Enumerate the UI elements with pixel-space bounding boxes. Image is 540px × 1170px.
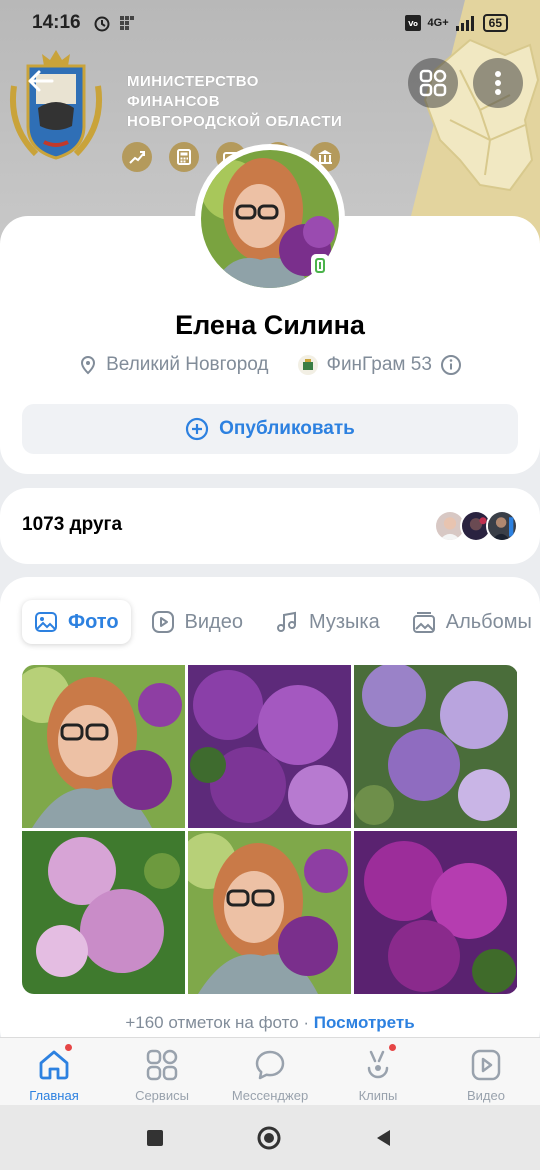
more-vertical-icon (495, 71, 501, 95)
photo-thumbnail[interactable] (188, 831, 351, 994)
svg-text:Vo: Vo (408, 20, 418, 28)
community-logo-icon (297, 355, 318, 375)
ministry-line: МИНИСТЕРСТВО (127, 73, 259, 90)
profile-name: Елена Силина (175, 310, 365, 340)
calculator-icon (169, 142, 199, 172)
tab-music[interactable]: Музыка (263, 600, 392, 644)
services-icon (146, 1049, 178, 1081)
bottom-tab-bar: Главная Сервисы Мессенджер Клипы Видео (0, 1037, 540, 1105)
photo-tags-row: +160 отметок на фото · Посмотреть (0, 1013, 540, 1033)
status-bar: 14:16 Vo 4G+ 65 (0, 0, 540, 46)
media-tabs: Фото Видео Музыка Альбомы (22, 600, 540, 644)
location-pin-icon (81, 355, 96, 375)
ministry-title: МИНИСТЕРСТВО ФИНАНСОВ НОВГОРОДСКОЙ ОБЛАС… (127, 72, 342, 132)
tab-label: Альбомы (445, 610, 532, 633)
tab-label: Видео (184, 610, 243, 633)
media-card: Фото Видео Музыка Альбомы +160 отметок н… (0, 577, 540, 1057)
home-button[interactable] (256, 1125, 282, 1151)
home-icon (39, 1050, 69, 1080)
tab-video[interactable]: Видео (139, 600, 255, 644)
friend-avatar (486, 510, 518, 542)
friends-card[interactable]: 1073 друга (0, 488, 540, 564)
tab-albums[interactable]: Альбомы (400, 600, 540, 644)
tabbar-item-clips[interactable]: Клипы (324, 1038, 432, 1105)
tabbar-label: Сервисы (135, 1088, 189, 1103)
tabbar-label: Главная (29, 1088, 79, 1103)
info-icon[interactable] (440, 354, 462, 376)
photo-thumbnail[interactable] (188, 665, 351, 828)
album-icon (412, 612, 435, 633)
photo-grid (22, 665, 518, 994)
signal-icon (455, 16, 474, 31)
tabbar-item-messenger[interactable]: Мессенджер (216, 1038, 324, 1105)
photo-thumbnail[interactable] (354, 831, 517, 994)
back-button[interactable] (16, 56, 66, 106)
publish-label: Опубликовать (219, 418, 355, 439)
status-time: 14:16 (32, 12, 81, 33)
notification-dot (388, 1043, 397, 1052)
apps-icon (419, 69, 447, 97)
music-icon (276, 611, 296, 632)
profile-meta: Великий Новгород ФинГрам 53 (0, 354, 540, 376)
profile-community[interactable]: ФинГрам 53 (327, 354, 432, 376)
notification-dot (64, 1043, 73, 1052)
profile-city[interactable]: Великий Новгород (106, 354, 268, 376)
ministry-line: НОВГОРОДСКОЙ ОБЛАСТИ (127, 113, 343, 130)
tab-label: Фото (68, 610, 119, 633)
friend-avatars (434, 510, 518, 542)
online-mobile-indicator (311, 254, 329, 276)
photo-icon (35, 612, 57, 632)
photo-tags-count: +160 отметок на фото · (125, 1013, 314, 1032)
tabbar-item-services[interactable]: Сервисы (108, 1038, 216, 1105)
publish-button[interactable]: Опубликовать (22, 404, 518, 454)
tabbar-label: Клипы (358, 1088, 398, 1103)
video-icon (151, 611, 174, 633)
services-menu-button[interactable] (408, 58, 458, 108)
recent-apps-button[interactable] (146, 1129, 164, 1147)
tabbar-label: Видео (467, 1088, 505, 1103)
system-navigation-bar (0, 1105, 540, 1170)
alarm-icon (94, 16, 110, 32)
tabbar-item-video[interactable]: Видео (432, 1038, 540, 1105)
photo-thumbnail[interactable] (22, 665, 185, 828)
ministry-line: ФИНАНСОВ (127, 93, 221, 110)
battery-indicator: 65 (482, 14, 508, 32)
view-tags-link[interactable]: Посмотреть (314, 1013, 415, 1032)
tab-label: Музыка (308, 610, 380, 633)
back-nav-button[interactable] (374, 1128, 394, 1148)
arrow-left-icon (28, 70, 54, 92)
profile-avatar[interactable] (195, 144, 345, 294)
grid-dots-icon (119, 16, 134, 30)
friends-count[interactable]: 1073 друга (22, 514, 122, 536)
plus-circle-icon (186, 417, 209, 441)
clips-icon (367, 1050, 389, 1079)
messenger-icon (255, 1050, 285, 1080)
tab-photo[interactable]: Фото (22, 600, 131, 644)
tabbar-item-home[interactable]: Главная (0, 1038, 108, 1105)
tabbar-label: Мессенджер (231, 1088, 309, 1103)
volte-icon: Vo (404, 15, 421, 31)
photo-thumbnail[interactable] (22, 831, 185, 994)
video-icon (471, 1049, 501, 1081)
chart-icon (122, 142, 152, 172)
network-type: 4G+ (427, 17, 449, 29)
more-options-button[interactable] (473, 58, 523, 108)
photo-thumbnail[interactable] (354, 665, 517, 828)
